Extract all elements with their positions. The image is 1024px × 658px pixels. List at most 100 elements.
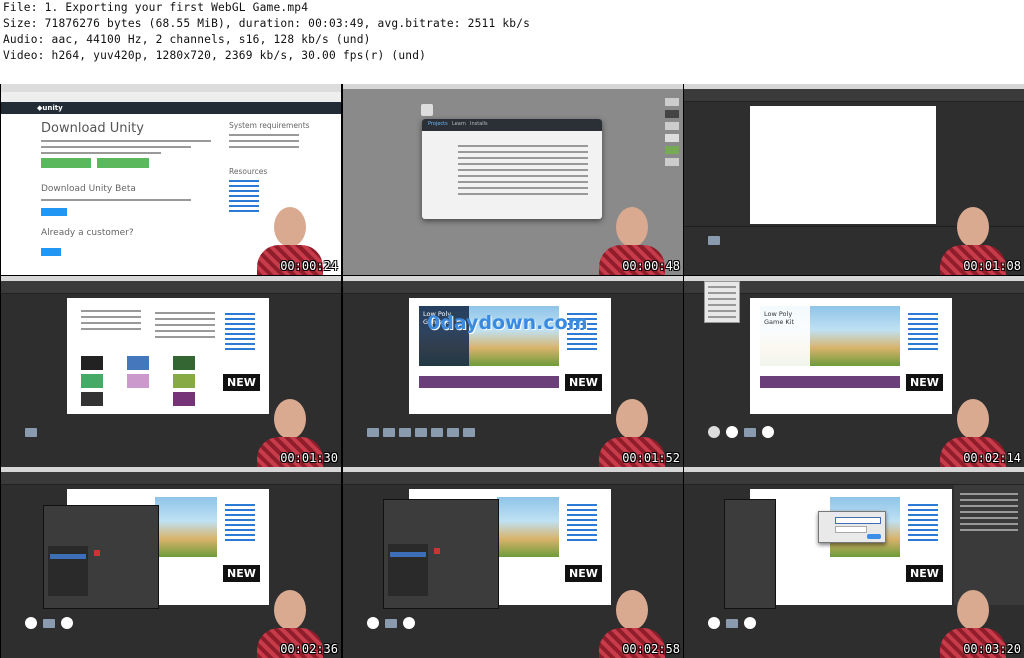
beta-text: [41, 195, 191, 205]
build-settings-window: [43, 505, 159, 609]
resources-links[interactable]: [229, 177, 259, 215]
asset-store-panel: NEW: [750, 489, 952, 605]
category-list[interactable]: [908, 310, 938, 353]
unity-package-icon[interactable]: [61, 617, 73, 629]
thumbnail-8: NEW 00:02:58: [343, 467, 683, 658]
unity-package-icon[interactable]: [403, 617, 415, 629]
unity-nav-bar: ◆unity: [1, 102, 341, 114]
tab-installs[interactable]: Installs: [470, 121, 488, 127]
new-badge: NEW: [906, 374, 943, 391]
resources-title: Resources: [229, 167, 268, 176]
thumbnail-2: Projects Learn Installs 00:00:48: [343, 84, 683, 275]
save-button[interactable]: [867, 534, 881, 539]
where-dropdown[interactable]: [835, 526, 867, 533]
thumbnail-4: NEW 00:01:30: [1, 276, 341, 467]
new-badge: NEW: [223, 565, 260, 582]
thumbnail-6: Low Poly Game Kit NEW 00:02:14: [684, 276, 1024, 467]
unity-package-icon[interactable]: [367, 617, 379, 629]
new-badge: NEW: [565, 565, 602, 582]
unity-package-icon[interactable]: [762, 426, 774, 438]
platform-list[interactable]: [388, 544, 428, 596]
asset-thumb[interactable]: [81, 356, 103, 370]
category-list[interactable]: [908, 501, 938, 544]
folder-icon[interactable]: [43, 619, 55, 628]
folder-icon[interactable]: [431, 428, 443, 437]
file-name-line: File: 1. Exporting your first WebGL Game…: [3, 1, 309, 14]
platform-list[interactable]: [48, 546, 88, 596]
unity-package-icon[interactable]: [744, 617, 756, 629]
category-list[interactable]: [567, 501, 597, 544]
unity-package-icon[interactable]: [726, 426, 738, 438]
asset-thumb[interactable]: [127, 374, 149, 388]
project-list[interactable]: [458, 141, 588, 199]
unity-package-icon[interactable]: [708, 426, 720, 438]
customer-title: Already a customer?: [41, 228, 134, 238]
asset-thumb[interactable]: [173, 392, 195, 406]
game-view: [750, 106, 936, 224]
folder-icon[interactable]: [399, 428, 411, 437]
folder-icon[interactable]: [383, 428, 395, 437]
html5-icon: [94, 550, 100, 556]
save-as-field[interactable]: [835, 517, 881, 524]
screenshot-strip[interactable]: [419, 376, 559, 388]
folder-icon[interactable]: [385, 619, 397, 628]
unity-package-icon[interactable]: [708, 617, 720, 629]
asset-store-panel: Low Poly Game Kit NEW: [750, 298, 952, 414]
product-banner: [155, 497, 217, 557]
unity-toolbar[interactable]: [343, 281, 683, 294]
folder-icon[interactable]: [367, 428, 379, 437]
build-settings-window: [724, 499, 776, 609]
timestamp: 00:00:24: [280, 259, 338, 273]
unity-app-icon: [421, 104, 433, 116]
unity-toolbar[interactable]: [684, 89, 1024, 102]
product-title: Low Poly Game Kit: [764, 310, 795, 326]
folder-icon[interactable]: [744, 428, 756, 437]
new-badge: NEW: [906, 565, 943, 582]
timestamp: 00:01:52: [622, 451, 680, 465]
folder-icon[interactable]: [447, 428, 459, 437]
html5-icon: [434, 548, 440, 554]
unity-toolbar[interactable]: [1, 281, 341, 294]
timestamp: 00:00:48: [622, 259, 680, 273]
unity-toolbar[interactable]: [343, 472, 683, 485]
watermark: 0daydown.com: [427, 312, 588, 334]
unity-toolbar[interactable]: [684, 472, 1024, 485]
mac-menu-bar: [343, 84, 683, 89]
tab-learn[interactable]: Learn: [452, 121, 466, 127]
launcher-window: Projects Learn Installs: [422, 119, 602, 219]
folder-icon[interactable]: [726, 619, 738, 628]
unity-package-icon[interactable]: [25, 617, 37, 629]
category-list[interactable]: [225, 310, 255, 353]
file-info-header: File: 1. Exporting your first WebGL Game…: [0, 0, 1024, 84]
product-info-box: Low Poly Game Kit: [760, 306, 810, 366]
customer-button[interactable]: [41, 248, 61, 256]
launcher-tabs: Projects Learn Installs: [422, 119, 602, 131]
save-dialog[interactable]: [818, 511, 886, 543]
screenshot-strip[interactable]: [760, 376, 900, 388]
build-settings-window: [383, 499, 499, 609]
thumbnail-5: Low Poly Game Kit NEW 0daydown.com 00:01…: [343, 276, 683, 467]
category-list[interactable]: [225, 501, 255, 544]
unity-toolbar[interactable]: [1, 472, 341, 485]
thumbnail-9: NEW 00:03:20: [684, 467, 1024, 658]
asset-thumb[interactable]: [81, 374, 103, 388]
assets-folder-icon[interactable]: [708, 236, 720, 245]
asset-thumb[interactable]: [81, 392, 103, 406]
asset-thumb[interactable]: [173, 374, 195, 388]
store-sliders[interactable]: [155, 308, 215, 342]
store-filters[interactable]: [81, 306, 141, 334]
new-badge: NEW: [223, 374, 260, 391]
new-badge: NEW: [565, 374, 602, 391]
timestamp: 00:03:20: [963, 642, 1021, 656]
assets-folder-icon[interactable]: [25, 428, 37, 437]
download-osx-button[interactable]: [97, 158, 149, 168]
download-installer-button[interactable]: [41, 158, 91, 168]
folder-icon[interactable]: [463, 428, 475, 437]
asset-thumb[interactable]: [173, 356, 195, 370]
thumbnail-7: NEW 00:02:36: [1, 467, 341, 658]
file-menu-dropdown[interactable]: [704, 281, 740, 323]
asset-thumb[interactable]: [127, 356, 149, 370]
tab-projects[interactable]: Projects: [428, 121, 448, 127]
folder-icon[interactable]: [415, 428, 427, 437]
beta-button[interactable]: [41, 208, 67, 216]
